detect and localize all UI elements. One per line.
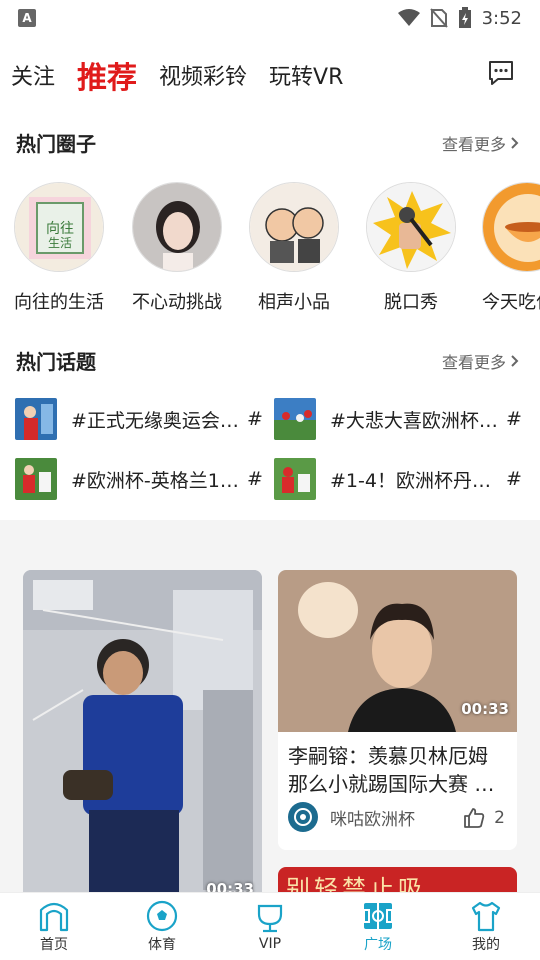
circle-label: 不心动挑战 (132, 292, 222, 312)
tab-video-ringtone[interactable]: 视频彩铃 (159, 59, 247, 91)
like-count: 2 (494, 808, 505, 828)
video-card-left[interactable]: 00:33 (23, 570, 262, 900)
nav-sports[interactable]: 体育 (108, 893, 216, 960)
topic-thumbnail (274, 458, 316, 500)
status-time: 3:52 (481, 7, 522, 29)
topic-thumbnail (15, 458, 57, 500)
video-duration: 00:33 (461, 700, 509, 718)
topic-item[interactable]: #大悲大喜欧洲杯… # (274, 397, 522, 441)
circle-label: 相声小品 (258, 292, 330, 312)
nav-label: VIP (258, 935, 282, 952)
circle-item[interactable]: 相声小品 (235, 182, 353, 312)
nav-label: 首页 (40, 936, 68, 953)
thumbs-up-icon (464, 808, 485, 828)
author-row[interactable]: 咪咕欧洲杯 (288, 802, 415, 832)
circle-item[interactable]: 今天吃什么 (468, 182, 540, 312)
see-more-label: 查看更多 (441, 135, 506, 154)
hot-circles-title: 热门圈子 (16, 132, 96, 156)
topic-item[interactable]: #欧洲杯-英格兰1-… # (15, 457, 263, 501)
topic-hash: # (506, 408, 522, 430)
topic-hash: # (247, 408, 263, 430)
topic-hash: # (506, 468, 522, 490)
message-icon[interactable] (486, 58, 516, 88)
author-name: 咪咕欧洲杯 (330, 809, 415, 830)
video-card-right[interactable]: 00:33 李嗣镕：羡慕贝林厄姆那么小就踢国际大赛 … 咪咕欧洲杯 2 (278, 570, 517, 850)
nav-home[interactable]: 首页 (0, 893, 108, 960)
video-title: 李嗣镕：羡慕贝林厄姆那么小就踢国际大赛 … (288, 744, 495, 796)
football-icon (146, 900, 178, 931)
nav-label: 体育 (148, 936, 176, 953)
nav-label: 我的 (472, 936, 500, 953)
xiangwang-logo-icon: 向往 生活 (14, 182, 104, 272)
status-right: 3:52 (397, 7, 522, 29)
circle-label: 向往的生活 (14, 292, 104, 312)
hot-circles-row: 向往生活 向往的生活 不心动挑战 相声小品 脱口秀 今天吃什么 (0, 182, 540, 312)
chevron-right-icon (511, 355, 519, 367)
jersey-icon (471, 901, 501, 931)
tab-recommend[interactable]: 推荐 (77, 53, 137, 97)
crosstalk-cartoon-icon (249, 182, 339, 272)
no-sim-icon (429, 8, 448, 28)
home-arch-icon (39, 902, 69, 931)
chevron-right-icon (511, 137, 519, 149)
bottom-nav: 首页 体育 VIP 广场 我的 (0, 892, 540, 960)
top-tabs: 关注 推荐 视频彩铃 玩转VR (0, 36, 540, 114)
status-bar: A 3:52 (0, 0, 540, 36)
girl-portrait-icon (132, 182, 222, 272)
vip-cup-icon (257, 904, 283, 932)
circle-item[interactable]: 向往 生活 向往的生活 (0, 182, 118, 312)
nav-mine[interactable]: 我的 (432, 893, 540, 960)
circle-label: 脱口秀 (384, 292, 438, 312)
wifi-icon (397, 9, 420, 26)
circle-item[interactable]: 不心动挑战 (118, 182, 236, 312)
battery-charging-icon (458, 7, 471, 28)
food-bowl-icon (482, 182, 540, 272)
topic-hash: # (247, 468, 263, 490)
microphone-fist-icon (366, 182, 456, 272)
tab-vr[interactable]: 玩转VR (269, 59, 343, 91)
notification-a-icon: A (18, 9, 36, 27)
topic-item[interactable]: #正式无缘奥运会… # (15, 397, 263, 441)
nav-label: 广场 (364, 936, 392, 953)
topic-thumbnail (274, 398, 316, 440)
svg-text:生活: 生活 (48, 236, 72, 250)
see-more-label: 查看更多 (441, 353, 506, 372)
tab-follow[interactable]: 关注 (11, 59, 55, 91)
circle-item[interactable]: 脱口秀 (352, 182, 470, 312)
topic-text: #欧洲杯-英格兰1-… (71, 469, 243, 492)
topic-text: #1-4！欧洲杯丹麦… (330, 469, 502, 492)
topic-item[interactable]: #1-4！欧洲杯丹麦… # (274, 457, 522, 501)
topic-text: #大悲大喜欧洲杯… (330, 409, 498, 432)
topics-see-more[interactable]: 查看更多 (442, 349, 520, 373)
circle-label: 今天吃什么 (482, 292, 540, 312)
topic-text: #正式无缘奥运会… (71, 409, 239, 432)
like-button[interactable]: 2 (462, 806, 505, 830)
nav-vip[interactable]: VIP (216, 893, 324, 960)
euro-logo-avatar (288, 802, 318, 832)
hot-topics-title: 热门话题 (16, 350, 96, 374)
video-thumbnail (23, 570, 262, 900)
svg-text:向往: 向往 (46, 221, 74, 237)
topic-thumbnail (15, 398, 57, 440)
circles-see-more[interactable]: 查看更多 (442, 131, 520, 155)
nav-square[interactable]: 广场 (324, 893, 432, 960)
pitch-icon (363, 902, 393, 929)
